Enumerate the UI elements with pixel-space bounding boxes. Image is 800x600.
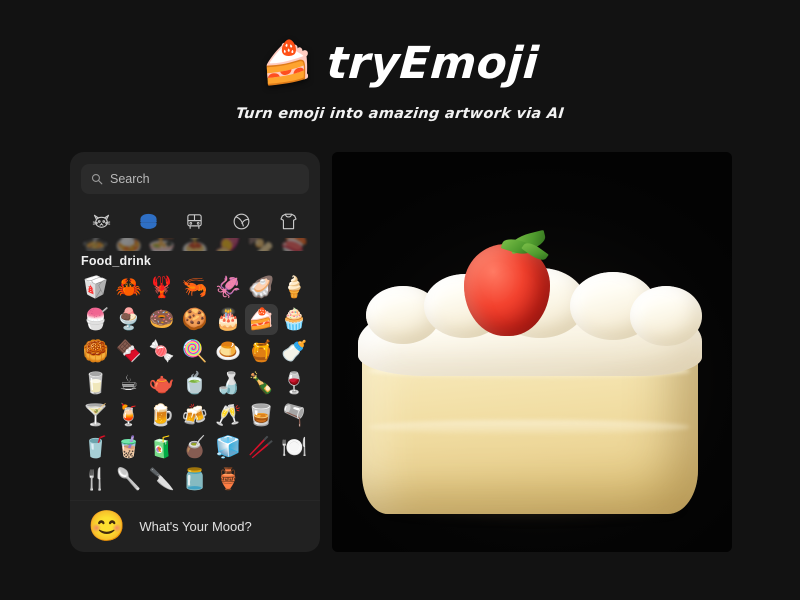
page-title: tryEmoji — [325, 37, 541, 89]
emoji-cell-pouring-liquid[interactable]: 🫗 — [278, 400, 311, 431]
emoji-cell-ice-cream[interactable]: 🍨 — [112, 304, 145, 335]
emoji-cell-cup-with-straw[interactable]: 🥤 — [79, 432, 112, 463]
emoji-cell-custard[interactable]: 🍮 — [212, 336, 245, 367]
emoji-scroll-area[interactable]: 🍲 🍛 🍜 🍝 🍠 🍢 🍣 Food_drink 🥡 🦀 🦞 🦐 🦑 🦪 🍦 🍧 🍨 🍩 🍪 🎂 🍰 🧁 🥮… — [70, 238, 320, 500]
emoji-cell-teapot[interactable]: 🫖 — [145, 368, 178, 399]
emoji-cell-cocktail-glass[interactable]: 🍸 — [79, 400, 112, 431]
peek-emoji: 🍝 — [181, 238, 209, 251]
previous-group-peek: 🍲 🍛 🍜 🍝 🍠 🍢 🍣 — [79, 238, 311, 251]
emoji-cell-glass-of-milk[interactable]: 🥛 — [79, 368, 112, 399]
ball-icon — [233, 213, 250, 229]
emoji-picker-panel: 🍲 🍛 🍜 🍝 🍠 🍢 🍣 Food_drink 🥡🦀🦞🦐🦑🦪🍦 🍧🍨🍩🍪🎂🍰🧁 🥮… — [70, 152, 320, 552]
emoji-cell-beer-mug[interactable]: 🍺 — [145, 400, 178, 431]
category-tab-food-drink[interactable] — [134, 208, 162, 234]
emoji-cell-shrimp[interactable]: 🦐 — [178, 272, 211, 303]
peek-emoji: 🍜 — [148, 238, 176, 251]
emoji-cell-kitchen-knife[interactable]: 🔪 — [145, 464, 178, 495]
emoji-cell-tropical-drink[interactable]: 🍹 — [112, 400, 145, 431]
search-input[interactable] — [110, 164, 299, 194]
emoji-cell-takeout-box[interactable]: 🥡 — [79, 272, 112, 303]
emoji-cell-doughnut[interactable]: 🍩 — [145, 304, 178, 335]
emoji-cell-wine-glass[interactable]: 🍷 — [278, 368, 311, 399]
cream-layer-lower — [368, 420, 690, 434]
emoji-cell-sake[interactable]: 🍶 — [212, 368, 245, 399]
search-container — [70, 152, 320, 202]
hamburger-icon — [139, 213, 157, 229]
emoji-cell-mate[interactable]: 🧉 — [178, 432, 211, 463]
emoji-cell-beverage-box[interactable]: 🧃 — [145, 432, 178, 463]
emoji-grid: 🥡 🦀 🦞 🦐 🦑 🦪 🍦 🍧 🍨 🍩 🍪 🎂 🍰 🧁 🥮 🍫 🍬 🍭 🍮 🍯 🍼 🥛 ☕ 🫖 🍵 🍶 🍾 🍷 🍸 🍹 🍺 🍻 🥂 🥃 🫗 🥤 🧋 🧃 🧉 🧊… — [79, 272, 311, 495]
category-tab-activities[interactable] — [228, 208, 256, 234]
emoji-cell-bottle-with-popping-cork[interactable]: 🍾 — [245, 368, 278, 399]
strawberry — [464, 229, 550, 336]
emoji-cell-cookie[interactable]: 🍪 — [178, 304, 211, 335]
cake-illustration — [342, 224, 722, 524]
emoji-cell-fork-knife-with-plate[interactable]: 🍽️ — [278, 432, 311, 463]
peek-emoji: 🍠 — [214, 238, 242, 251]
emoji-cell-soft-ice-cream[interactable]: 🍦 — [278, 272, 311, 303]
emoji-cell-jar[interactable]: 🫙 — [178, 464, 211, 495]
peek-emoji: 🍛 — [115, 238, 143, 251]
emoji-cell-chopsticks[interactable]: 🥢 — [245, 432, 278, 463]
t-shirt-icon — [280, 213, 297, 229]
peek-emoji: 🍣 — [280, 238, 309, 251]
emoji-cell-spoon[interactable]: 🥄 — [112, 464, 145, 495]
workspace: 🍲 🍛 🍜 🍝 🍠 🍢 🍣 Food_drink 🥡🦀🦞🦐🦑🦪🍦 🍧🍨🍩🍪🎂🍰🧁 🥮… — [0, 152, 800, 552]
emoji-group-label: Food_drink — [81, 254, 152, 268]
emoji-cell-ice[interactable]: 🧊 — [212, 432, 245, 463]
search-box[interactable] — [81, 164, 309, 194]
shortcake-icon: 🍰 — [260, 39, 314, 86]
search-icon — [91, 173, 103, 185]
emoji-cell-clinking-beer-mugs[interactable]: 🍻 — [178, 400, 211, 431]
emoji-cell-bubble-tea[interactable]: 🧋 — [112, 432, 145, 463]
emoji-cell-crab[interactable]: 🦀 — [112, 272, 145, 303]
brand: 🍰 tryEmoji — [0, 34, 800, 92]
generated-artwork — [332, 152, 732, 552]
mood-label: What's Your Mood? — [139, 519, 252, 534]
page-header: 🍰 tryEmoji Turn emoji into amazing artwo… — [0, 0, 800, 123]
emoji-cell-baby-bottle[interactable]: 🍼 — [278, 336, 311, 367]
emoji-cell-shaved-ice[interactable]: 🍧 — [79, 304, 112, 335]
cat-face-icon — [92, 214, 111, 228]
emoji-cell-lobster[interactable]: 🦞 — [145, 272, 178, 303]
smiling-face-icon: 😊 — [88, 509, 126, 543]
emoji-cell-birthday-cake[interactable]: 🎂 — [212, 304, 245, 335]
emoji-cell-clinking-glasses[interactable]: 🥂 — [212, 400, 245, 431]
artwork-preview-panel[interactable] — [332, 152, 732, 552]
peek-emoji: 🍢 — [247, 238, 275, 251]
tagline: Turn emoji into amazing artwork via AI — [235, 106, 565, 122]
bus-icon — [187, 213, 203, 229]
mood-bar[interactable]: 😊 What's Your Mood? — [70, 500, 320, 552]
emoji-cell-teacup-without-handle[interactable]: 🍵 — [178, 368, 211, 399]
emoji-cell-lollipop[interactable]: 🍭 — [178, 336, 211, 367]
emoji-cell-shortcake[interactable]: 🍰 — [244, 304, 278, 335]
category-tab-travel-places[interactable] — [181, 208, 209, 234]
peek-emoji: 🍲 — [81, 238, 110, 251]
category-tab-animals-nature[interactable] — [87, 208, 115, 234]
cream-swirl — [630, 286, 702, 346]
emoji-cell-fork-and-knife[interactable]: 🍴 — [79, 464, 112, 495]
category-tab-objects[interactable] — [275, 208, 303, 234]
emoji-cell-tumbler-glass[interactable]: 🥃 — [245, 400, 278, 431]
emoji-cell-hot-beverage[interactable]: ☕ — [112, 368, 145, 399]
emoji-cell-chocolate-bar[interactable]: 🍫 — [112, 336, 145, 367]
emoji-cell-moon-cake[interactable]: 🥮 — [79, 336, 112, 367]
emoji-cell-squid[interactable]: 🦑 — [212, 272, 245, 303]
category-tabs — [70, 204, 320, 238]
emoji-cell-amphora[interactable]: 🏺 — [212, 464, 245, 495]
emoji-cell-cupcake[interactable]: 🧁 — [278, 304, 311, 335]
emoji-cell-honey-pot[interactable]: 🍯 — [245, 336, 278, 367]
emoji-cell-oyster[interactable]: 🦪 — [245, 272, 278, 303]
emoji-cell-candy[interactable]: 🍬 — [145, 336, 178, 367]
